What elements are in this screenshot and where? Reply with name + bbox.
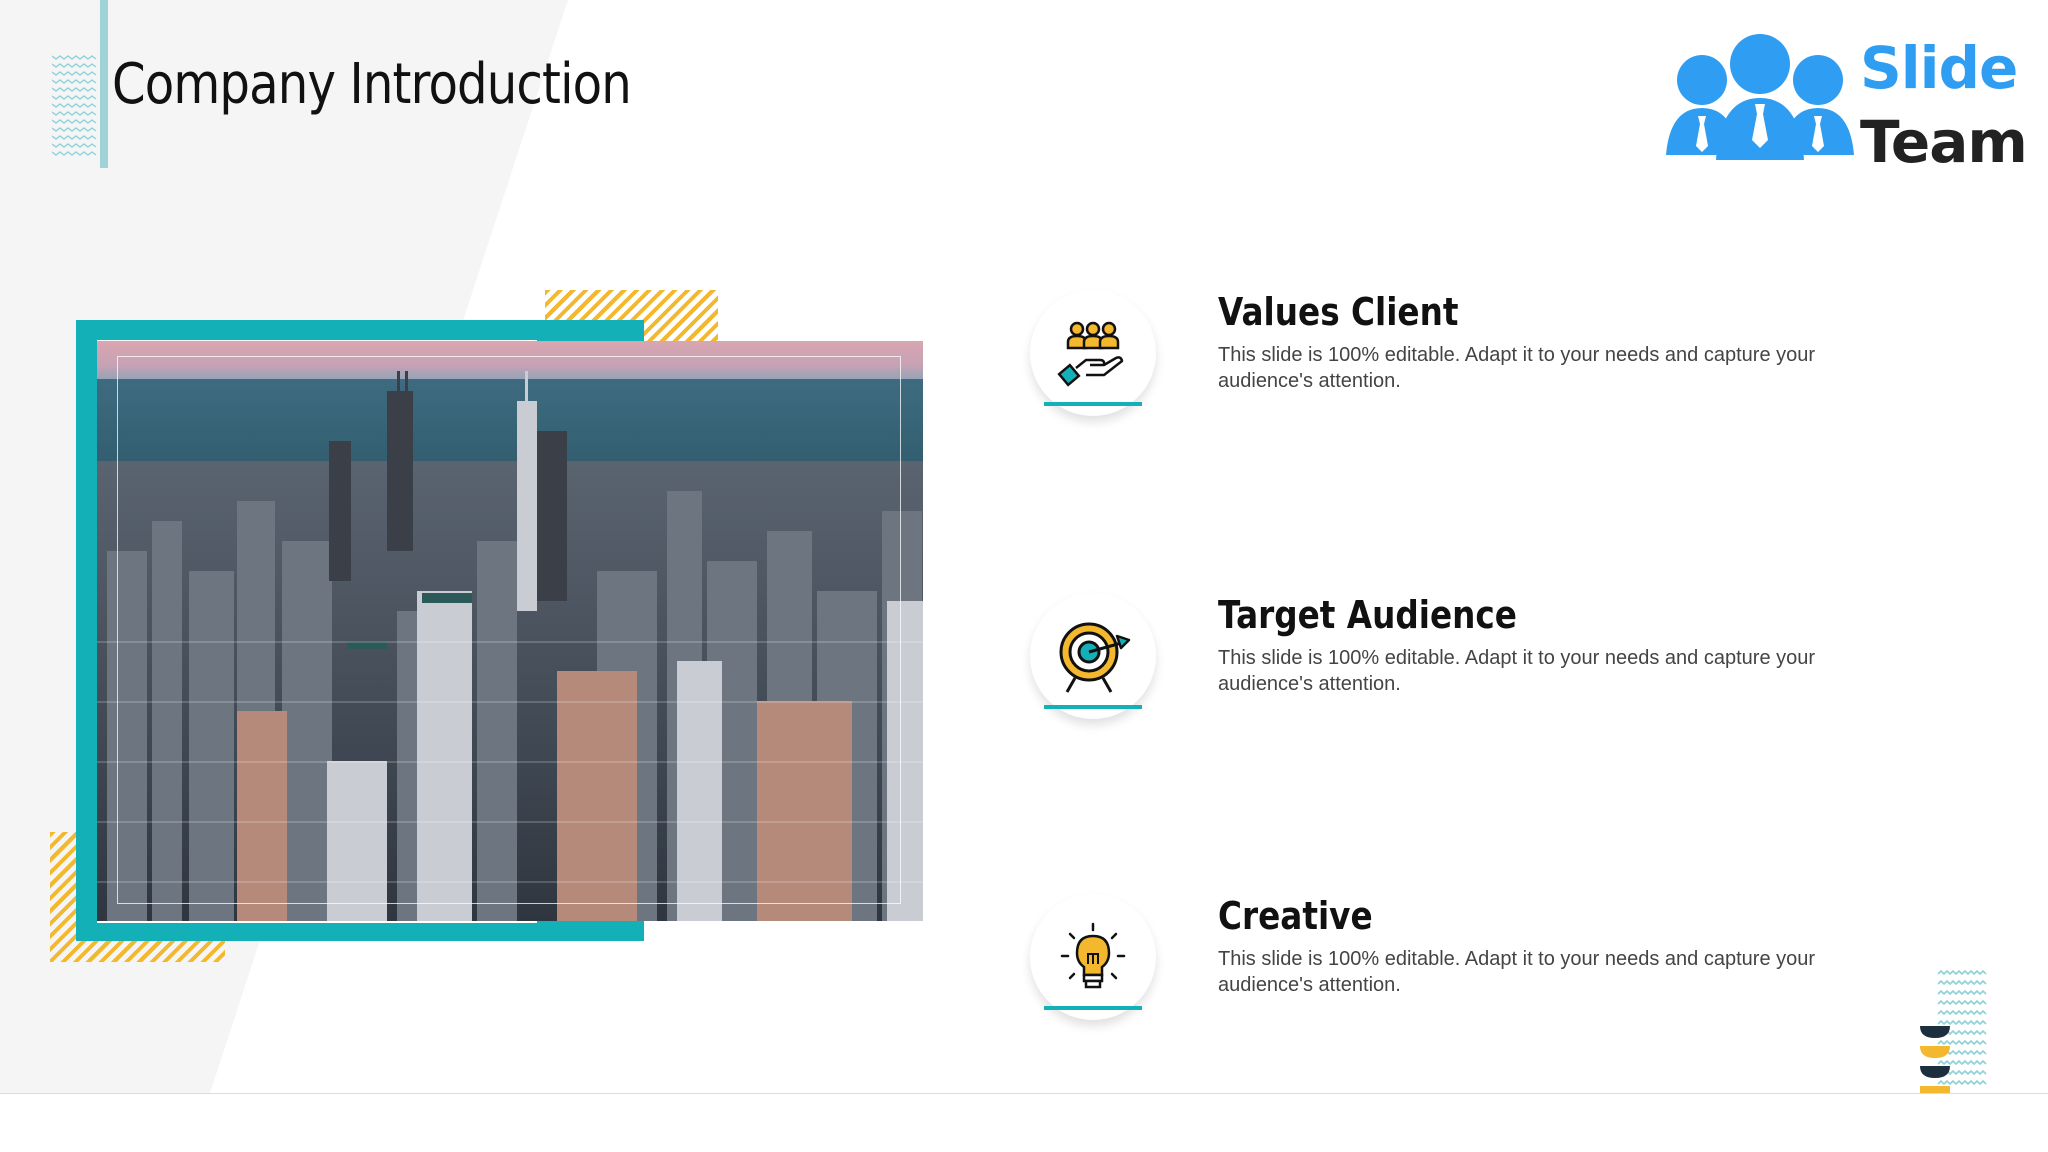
page-title: Company Introduction	[112, 52, 632, 117]
item-description: This slide is 100% editable. Adapt it to…	[1218, 948, 1816, 996]
lightbulb-icon	[1060, 922, 1126, 989]
icon-badge	[1030, 593, 1156, 719]
icon-badge	[1030, 290, 1156, 416]
logo-word-slide: Slide	[1860, 34, 2018, 102]
title-accent-bar	[100, 0, 108, 168]
icon-underline	[1044, 1006, 1142, 1010]
slide: Company Introduction Slide Team Values C…	[0, 0, 2048, 1093]
corner-decoration	[1920, 970, 1987, 1093]
item-description: This slide is 100% editable. Adapt it to…	[1218, 344, 1816, 392]
hand-holding-people-icon	[1057, 321, 1124, 387]
logo-word-team: Team	[1860, 108, 2028, 176]
icon-badge	[1030, 894, 1156, 1020]
item-heading: Values Client	[1218, 290, 1459, 334]
list-item-values-client: Values Client This slide is 100% editabl…	[1030, 290, 1930, 490]
target-arrow-icon	[1059, 622, 1131, 693]
slideteam-logo: Slide Team	[1660, 20, 2040, 180]
item-heading: Target Audience	[1218, 593, 1517, 637]
photo-inner-border	[117, 356, 901, 904]
item-heading: Creative	[1218, 894, 1373, 938]
icon-underline	[1044, 402, 1142, 406]
list-item-target-audience: Target Audience This slide is 100% edita…	[1030, 593, 1930, 793]
item-description: This slide is 100% editable. Adapt it to…	[1218, 647, 1816, 695]
list-item-creative: Creative This slide is 100% editable. Ad…	[1030, 894, 1930, 1093]
team-people-icon	[1666, 34, 1854, 160]
title-zigzag-pattern	[52, 55, 97, 156]
bottom-strip	[0, 1093, 2048, 1152]
icon-underline	[1044, 705, 1142, 709]
